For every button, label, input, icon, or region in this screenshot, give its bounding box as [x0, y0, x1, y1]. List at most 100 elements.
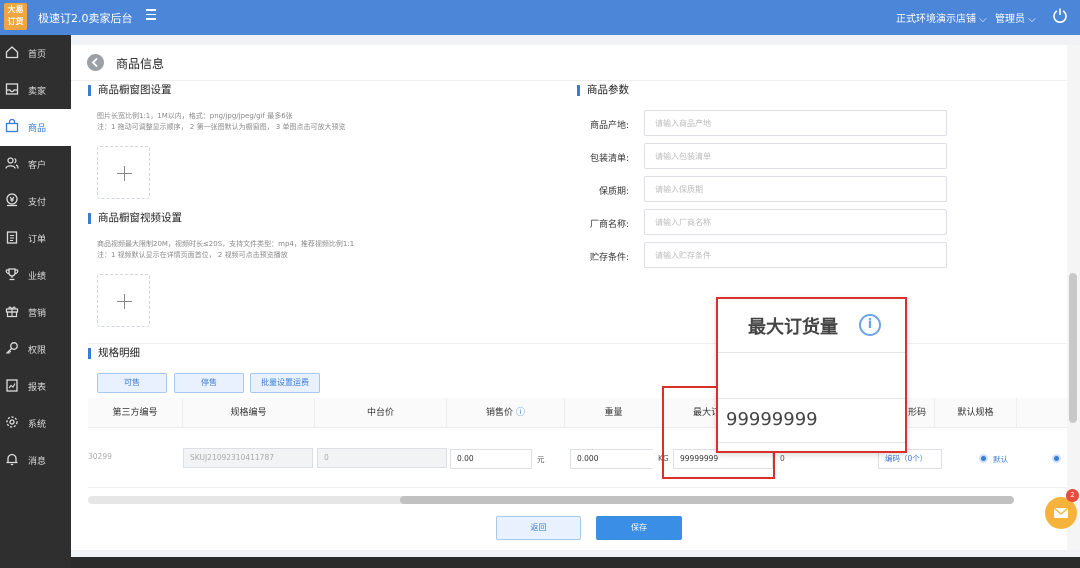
sidebar: 首页 卖家 商品 客户 支付 订单 业绩 营销 权限 报表 系统 消息	[0, 35, 71, 568]
bell-icon	[6, 453, 18, 466]
trophy-icon	[5, 268, 19, 281]
manufacturer-input[interactable]	[644, 209, 947, 235]
col-mid-price: 中台价	[315, 398, 447, 428]
product-info-card: 商品信息 商品橱窗图设置 图片长宽比例1:1，1M以内，格式：png/jpg/j…	[71, 45, 1072, 550]
shelf-life-label: 保质期:	[598, 187, 629, 197]
off-sale-button[interactable]: 停售	[174, 373, 244, 393]
image-hint-1: 图片长宽比例1:1，1M以内，格式：png/jpg/jpeg/gif 最多6张	[97, 112, 293, 120]
sidebar-item-label: 客户	[28, 161, 47, 171]
payment-icon	[6, 193, 18, 207]
image-upload-button[interactable]	[97, 146, 150, 199]
sidebar-item-home[interactable]: 首页	[0, 35, 71, 72]
sidebar-item-label: 业绩	[28, 272, 47, 282]
sidebar-item-seller[interactable]: 卖家	[0, 72, 71, 109]
video-hint-1: 商品视频最大限制20M，视频时长≤20S，支持文件类型：mp4，推荐视频比例1:…	[97, 240, 355, 248]
zoom-title: 最大订货量	[748, 317, 838, 338]
on-sale-button[interactable]: 可售	[97, 373, 167, 393]
bag-icon	[5, 119, 19, 133]
page-scroll-thumb[interactable]	[1069, 273, 1077, 423]
sidebar-item-payment[interactable]: 支付	[0, 183, 71, 220]
sale-price-unit: 元	[537, 455, 545, 464]
zoom-divider	[718, 398, 905, 399]
info-icon: i	[859, 314, 881, 336]
col-spec-no: 规格编号	[183, 398, 315, 428]
image-hint-2: 注：1 拖动可调整显示顺序， 2 第一张图默认为橱窗图， 3 单图点击可放大预览	[97, 123, 346, 131]
third-party-no-cell: 30299	[88, 452, 112, 461]
storage-label: 贮存条件:	[589, 253, 629, 263]
back-button[interactable]: 返回	[496, 516, 581, 540]
sidebar-item-label: 报表	[28, 383, 47, 393]
back-arrow-icon[interactable]	[87, 54, 104, 71]
extra-value: 0	[780, 454, 785, 463]
col-weight: 重量	[565, 398, 663, 428]
sale-price-input[interactable]: 0.00	[450, 449, 532, 469]
origin-label: 商品产地:	[589, 121, 629, 131]
report-icon	[6, 379, 18, 392]
power-icon[interactable]	[1052, 7, 1068, 23]
col-more	[1017, 398, 1072, 428]
sidebar-item-label: 订单	[28, 235, 47, 245]
video-hint-2: 注：1 视频默认显示在详情页面首位， 2 视频可点击预览播放	[97, 251, 288, 259]
users-icon	[5, 157, 19, 169]
video-section-title: 商品橱窗视频设置	[88, 213, 182, 224]
sidebar-item-system[interactable]: 系统	[0, 405, 71, 442]
col-sale-price: 销售价 ⓘ	[447, 398, 565, 428]
table-scroll-thumb[interactable]	[400, 496, 1014, 504]
mid-price-input: 0	[317, 448, 447, 468]
sidebar-item-label: 首页	[28, 50, 47, 60]
section-divider	[88, 343, 1072, 344]
main-content: 商品信息 商品橱窗图设置 图片长宽比例1:1，1M以内，格式：png/jpg/j…	[71, 35, 1080, 568]
default-radio[interactable]	[979, 454, 988, 463]
spec-section-title: 规格明细	[88, 348, 140, 359]
sidebar-item-customers[interactable]: 客户	[0, 146, 71, 183]
video-upload-button[interactable]	[97, 274, 150, 327]
home-icon	[5, 46, 19, 59]
manufacturer-label: 厂商名称:	[589, 220, 629, 230]
sidebar-item-label: 商品	[28, 124, 47, 134]
sidebar-item-label: 营销	[28, 309, 47, 319]
table-row: 30299 SKUJ21092310411787 0 0.00 元 0.000 …	[88, 428, 1072, 488]
user-menu[interactable]: 管理员 ⌵	[995, 10, 1036, 25]
batch-shipping-button[interactable]: 批量设置运费	[250, 373, 320, 393]
page-header: 商品信息	[71, 45, 1072, 81]
spec-no-input: SKUJ21092310411787	[183, 448, 313, 468]
sidebar-item-goods[interactable]: 商品	[0, 109, 71, 146]
origin-input[interactable]	[644, 110, 947, 136]
sidebar-item-permissions[interactable]: 权限	[0, 331, 71, 368]
key-icon	[6, 342, 18, 354]
col-third-party-no: 第三方编号	[88, 398, 183, 428]
spec-table: 第三方编号 规格编号 中台价 销售价 ⓘ 重量 最大订 形码 默认规格 3029…	[88, 398, 1072, 495]
col-default-spec: 默认规格	[935, 398, 1017, 428]
user-name: 管理员	[995, 14, 1025, 25]
sidebar-item-orders[interactable]: 订单	[0, 220, 71, 257]
menu-toggle-icon[interactable]	[146, 9, 160, 23]
gift-icon	[5, 306, 19, 318]
page-vertical-scrollbar[interactable]	[1067, 45, 1080, 550]
table-horizontal-scrollbar[interactable]	[88, 496, 1014, 504]
storage-input[interactable]	[644, 242, 947, 268]
store-name: 正式环境演示店铺	[896, 14, 976, 25]
sale-price-header: 销售价	[486, 408, 514, 418]
default-label: 默认	[993, 455, 1008, 464]
sidebar-item-reports[interactable]: 报表	[0, 368, 71, 405]
package-label: 包装清单:	[589, 154, 629, 164]
package-input[interactable]	[644, 143, 947, 169]
image-section-title: 商品橱窗图设置	[88, 85, 172, 96]
info-icon: ⓘ	[515, 408, 525, 418]
store-switcher[interactable]: 正式环境演示店铺 ⌵	[896, 10, 987, 25]
weight-input[interactable]: 0.000	[570, 449, 653, 469]
clipboard-icon	[6, 231, 18, 244]
zoom-value: 99999999	[726, 409, 818, 430]
top-bar: 大易 订货 极速订2.0卖家后台 正式环境演示店铺 ⌵ 管理员 ⌵	[0, 0, 1080, 35]
sidebar-item-label: 权限	[28, 346, 47, 356]
sidebar-item-performance[interactable]: 业绩	[0, 257, 71, 294]
radio-partial[interactable]	[1052, 454, 1061, 463]
sidebar-item-marketing[interactable]: 营销	[0, 294, 71, 331]
save-button[interactable]: 保存	[596, 516, 682, 540]
sidebar-item-label: 支付	[28, 198, 47, 208]
gear-icon	[6, 416, 18, 428]
bottom-strip	[71, 557, 1080, 568]
sidebar-item-messages[interactable]: 消息	[0, 442, 71, 479]
zoom-divider	[718, 352, 905, 353]
shelf-life-input[interactable]	[644, 176, 947, 202]
